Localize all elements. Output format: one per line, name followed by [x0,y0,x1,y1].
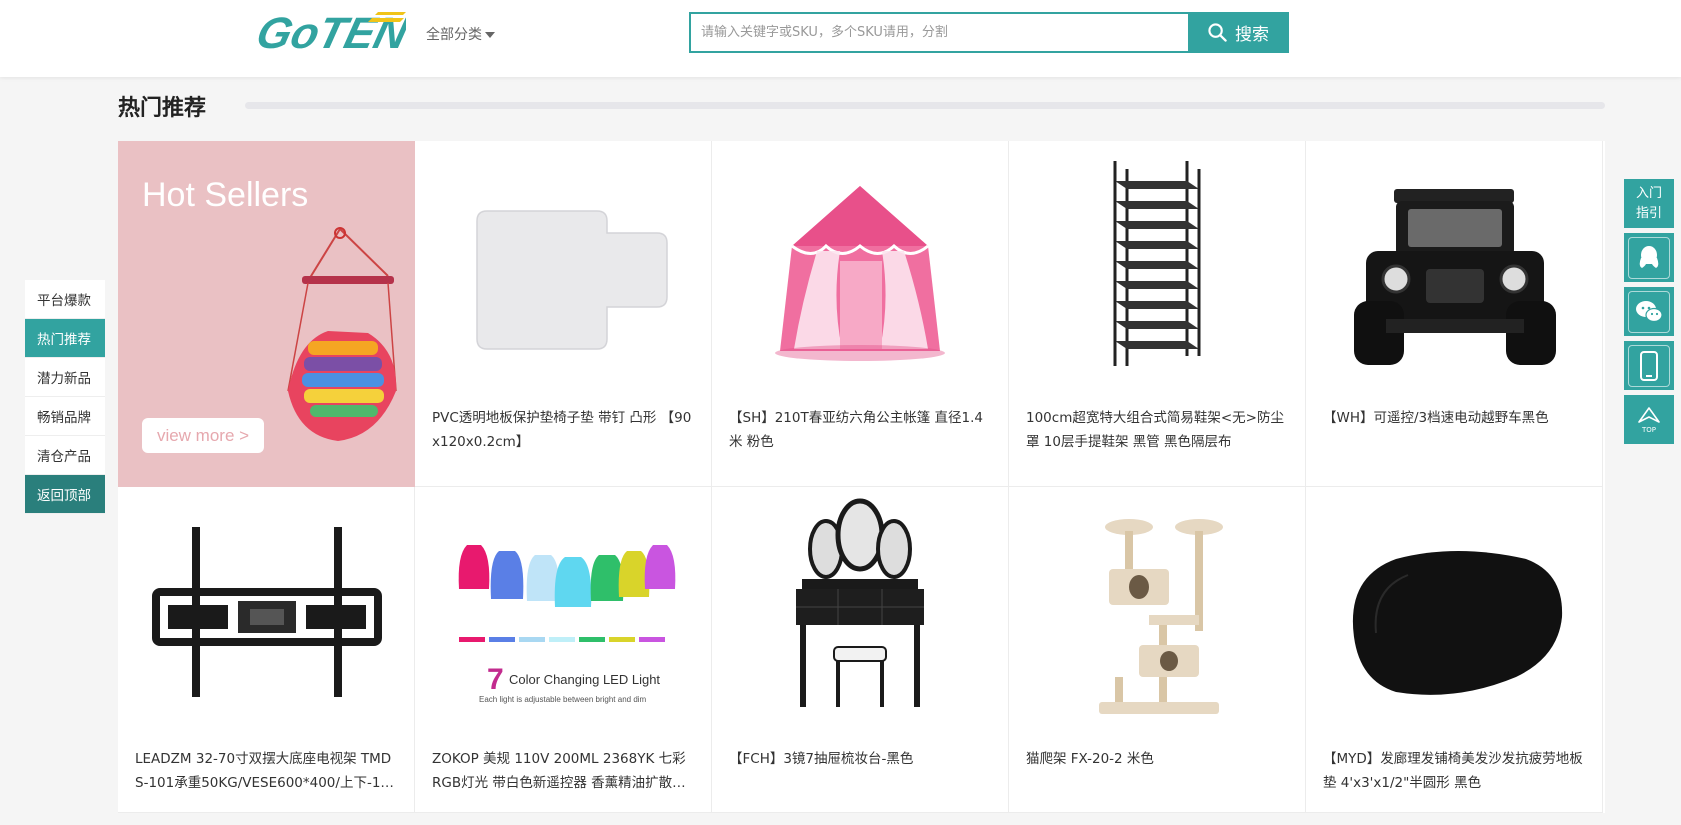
qq-icon [1639,245,1659,268]
diffuser-caption-line1: Color Changing LED Light [509,672,660,687]
caret-down-icon [485,31,495,38]
diffuser-caption-number: 7 [487,663,504,696]
pink-tent-image [775,186,945,361]
section-title-divider [245,102,1605,109]
product-card[interactable]: 7 Color Changing LED Light Each light is… [415,487,712,813]
product-name[interactable]: LEADZM 32-70寸双摆大底座电视架 TMDS-101承重50KG/VES… [135,747,397,795]
search-button[interactable]: 搜索 [1188,12,1289,53]
floor-nav-item-bestseller-brands[interactable]: 畅销品牌 [25,397,105,436]
product-card[interactable]: PVC透明地板保护垫椅子垫 带钉 凸形 【90x120x0.2cm】 [415,141,712,487]
hot-sellers-banner[interactable]: Hot Sellers view more > [118,141,415,487]
product-name[interactable]: 【MYD】发廊理发铺椅美发沙发抗疲劳地板垫 4'x3'x1/2"半圆形 黑色 [1323,747,1585,795]
search-icon [1208,23,1227,42]
product-name[interactable]: 【WH】可遥控/3档速电动越野车黑色 [1323,406,1585,454]
product-name[interactable]: ZOKOP 美规 110V 200ML 2368YK 七彩RGB灯光 带白色新遥… [432,747,694,795]
floor-nav-back-to-top[interactable]: 返回顶部 [25,475,105,514]
search-bar: 搜索 [689,12,1289,53]
product-card[interactable]: 【SH】210T春亚纺六角公主帐篷 直径1.4米 粉色 [712,141,1009,487]
diffuser-image: 7 Color Changing LED Light Each light is… [458,545,676,704]
search-button-label: 搜索 [1235,25,1269,45]
chair-mat-image [476,210,668,350]
product-name[interactable]: PVC透明地板保护垫椅子垫 带钉 凸形 【90x120x0.2cm】 [432,406,694,454]
guide-line1: 入门 [1635,185,1662,201]
mobile-icon [1640,350,1658,381]
floor-nav-item-clearance[interactable]: 清仓产品 [25,436,105,475]
qq-button[interactable] [1624,233,1674,282]
top-label: TOP [1641,425,1656,434]
wechat-button[interactable] [1624,287,1674,336]
mobile-button[interactable] [1624,341,1674,390]
floor-nav-item-hot-recommend[interactable]: 热门推荐 [25,319,105,358]
back-to-top-icon [1638,406,1660,423]
view-more-button[interactable]: view more > [142,418,264,453]
product-card[interactable]: 【MYD】发廊理发铺椅美发沙发抗疲劳地板垫 4'x3'x1/2"半圆形 黑色 [1306,487,1603,813]
guide-button[interactable]: 入门 指引 [1624,179,1674,228]
shoe-rack-image [1113,161,1201,366]
product-name[interactable]: 猫爬架 FX-20-2 米色 [1026,747,1288,795]
product-card[interactable]: LEADZM 32-70寸双摆大底座电视架 TMDS-101承重50KG/VES… [118,487,415,813]
right-toolbar: 入门 指引 TOP [1624,179,1674,449]
product-card[interactable]: 猫爬架 FX-20-2 米色 [1009,487,1306,813]
floor-nav-item-platform-hot[interactable]: 平台爆款 [25,280,105,319]
svg-text:GoTEN: GoTEN [254,10,406,56]
toy-jeep-image [1354,189,1556,365]
product-card[interactable]: 100cm超宽特大组合式简易鞋架<无>防尘罩 10层手提鞋架 黑管 黑色隔层布 [1009,141,1306,487]
product-name[interactable]: 【SH】210T春亚纺六角公主帐篷 直径1.4米 粉色 [729,406,991,454]
floor-nav-item-new-products[interactable]: 潜力新品 [25,358,105,397]
tv-mount-image [152,527,382,697]
all-categories-label: 全部分类 [426,27,482,43]
product-name[interactable]: 100cm超宽特大组合式简易鞋架<无>防尘罩 10层手提鞋架 黑管 黑色隔层布 [1026,406,1288,454]
product-card[interactable]: 【WH】可遥控/3档速电动越野车黑色 [1306,141,1603,487]
site-header: GoTEN 全部分类 搜索 [0,0,1681,77]
banner-title: Hot Sellers [142,176,309,214]
goten-logo[interactable]: GoTEN [254,8,406,56]
all-categories-menu[interactable]: 全部分类 [426,24,495,44]
section-title: 热门推荐 [118,96,207,121]
product-name[interactable]: 【FCH】3镜7抽屉梳妆台-黑色 [729,747,991,795]
hammock-chair-image [287,227,397,441]
search-input[interactable] [689,12,1188,53]
guide-line2: 指引 [1635,205,1662,221]
back-to-top-button[interactable]: TOP [1624,395,1674,444]
product-grid: Hot Sellers view more > PVC透明地板保护垫椅子垫 带钉… [118,141,1605,813]
floor-nav: 平台爆款 热门推荐 潜力新品 畅销品牌 清仓产品 返回顶部 [25,280,105,514]
cat-tree-image [1099,519,1223,714]
vanity-table-image [796,498,924,707]
floor-mat-image [1352,551,1563,695]
diffuser-caption-line2: Each light is adjustable between bright … [479,695,647,704]
wechat-icon [1636,300,1663,322]
product-card[interactable]: 【FCH】3镜7抽屉梳妆台-黑色 [712,487,1009,813]
